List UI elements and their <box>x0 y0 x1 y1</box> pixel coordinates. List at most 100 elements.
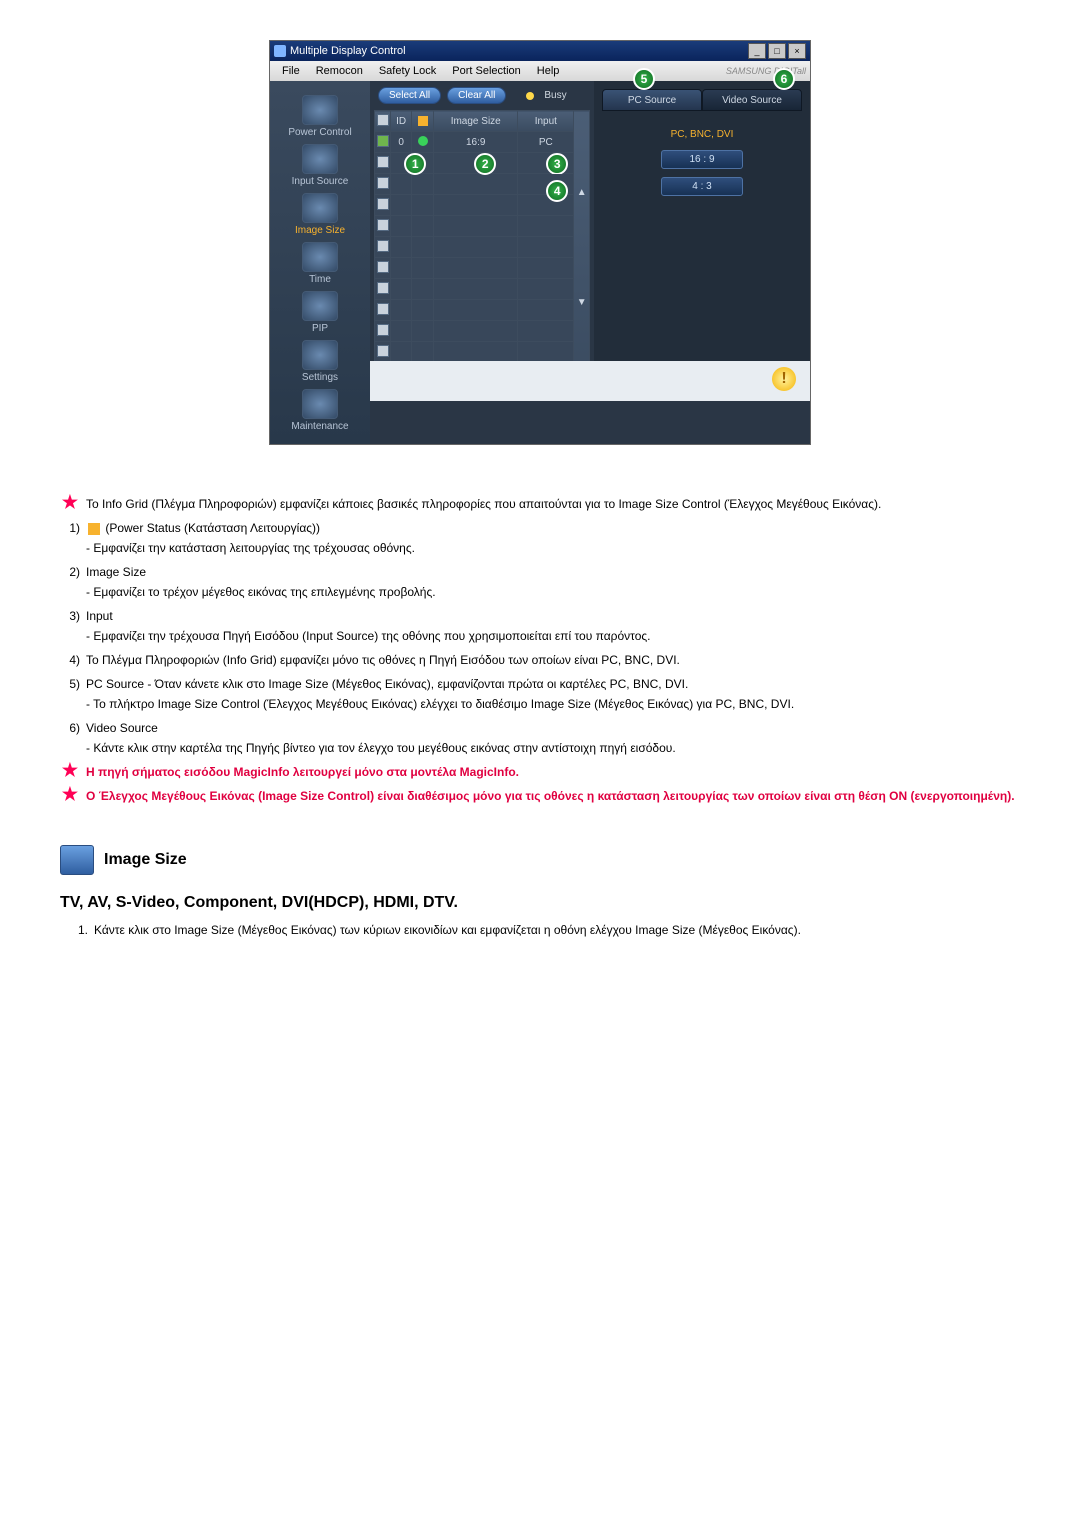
time-icon <box>302 242 338 272</box>
row-checkbox[interactable] <box>377 135 389 147</box>
window-controls: _ □ × <box>748 43 806 59</box>
ratio-16-9-button[interactable]: 16 : 9 <box>661 150 743 169</box>
minimize-button[interactable]: _ <box>748 43 766 59</box>
table-row[interactable] <box>375 216 590 237</box>
menu-safety-lock[interactable]: Safety Lock <box>371 63 444 79</box>
list-text: Το Πλέγμα Πληροφοριών (Info Grid) εμφανί… <box>86 651 1020 669</box>
sidebar-item-input-source[interactable]: Input Source <box>270 140 370 189</box>
scrollbar[interactable]: ▲▼ <box>574 111 590 384</box>
list-text: Video Source <box>86 719 1020 737</box>
menu-remocon[interactable]: Remocon <box>308 63 371 79</box>
cell-input: PC <box>518 132 574 153</box>
list-number: 1) <box>60 519 86 537</box>
warning-text: Ο Έλεγχος Μεγέθους Εικόνας (Image Size C… <box>86 787 1020 805</box>
table-row[interactable]: 4 <box>375 174 590 195</box>
maximize-button[interactable]: □ <box>768 43 786 59</box>
list-text-label: (Power Status (Κατάσταση Λειτουργίας)) <box>105 521 320 535</box>
marker-2: 2 <box>474 153 496 175</box>
power-status-icon <box>418 136 428 146</box>
tab-video-source[interactable]: 6 Video Source <box>702 89 802 111</box>
tab-label: PC Source <box>628 95 676 106</box>
window-title: Multiple Display Control <box>290 45 406 57</box>
table-row[interactable] <box>375 279 590 300</box>
table-row[interactable] <box>375 321 590 342</box>
sidebar-item-label: PIP <box>312 323 328 334</box>
info-grid-pane: Select All Clear All Busy ID Image Size … <box>370 81 594 361</box>
list-sub: - Εμφανίζει το τρέχον μέγεθος εικόνας τη… <box>86 583 1020 601</box>
sidebar-item-pip[interactable]: PIP <box>270 287 370 336</box>
image-size-section-icon <box>60 845 94 875</box>
sidebar-item-settings[interactable]: Settings <box>270 336 370 385</box>
source-label: PC, BNC, DVI <box>602 129 802 140</box>
sidebar-item-label: Time <box>309 274 331 285</box>
list-number: 4) <box>60 651 86 669</box>
list-number: 6) <box>60 719 86 737</box>
tab-pc-source[interactable]: 5 PC Source <box>602 89 702 111</box>
table-row[interactable] <box>375 258 590 279</box>
app-window: Multiple Display Control _ □ × File Remo… <box>269 40 811 445</box>
warning-text: Η πηγή σήματος εισόδου MagicInfo λειτουρ… <box>86 763 1020 781</box>
menu-help[interactable]: Help <box>529 63 568 79</box>
info-text: Το Info Grid (Πλέγμα Πληροφοριών) εμφανί… <box>86 495 1020 513</box>
table-row[interactable] <box>375 300 590 321</box>
list-number: 5) <box>60 675 86 693</box>
settings-icon <box>302 340 338 370</box>
list-text: Input <box>86 607 1020 625</box>
cell-id: 0 <box>391 132 412 153</box>
star-icon: ★ <box>60 787 86 805</box>
table-row[interactable]: 1 2 3 <box>375 153 590 174</box>
table-row[interactable]: 0 16:9 PC <box>375 132 590 153</box>
titlebar: Multiple Display Control _ □ × <box>270 41 810 61</box>
document-body: ★ Το Info Grid (Πλέγμα Πληροφοριών) εμφα… <box>60 495 1020 939</box>
section-title: Image Size <box>104 848 187 872</box>
marker-3: 3 <box>546 153 568 175</box>
marker-6: 6 <box>773 68 795 90</box>
sidebar-item-label: Power Control <box>288 127 351 138</box>
sidebar-item-label: Image Size <box>295 225 345 236</box>
close-button[interactable]: × <box>788 43 806 59</box>
status-pane: ! <box>370 361 810 401</box>
ratio-4-3-button[interactable]: 4 : 3 <box>661 177 743 196</box>
select-all-button[interactable]: Select All <box>378 87 441 104</box>
list-sub: - Εμφανίζει την κατάσταση λειτουργίας τη… <box>86 539 1020 557</box>
list-sub: - Εμφανίζει την τρέχουσα Πηγή Εισόδου (I… <box>86 627 1020 645</box>
col-checkbox[interactable] <box>375 111 391 132</box>
tab-label: Video Source <box>722 95 782 106</box>
list-number: 3) <box>60 607 86 625</box>
sidebar-item-label: Settings <box>302 372 338 383</box>
col-image-size: Image Size <box>434 111 518 132</box>
list-text: PC Source - Όταν κάνετε κλικ στο Image S… <box>86 675 1020 693</box>
image-size-icon <box>302 193 338 223</box>
sidebar-item-time[interactable]: Time <box>270 238 370 287</box>
sidebar-item-label: Input Source <box>292 176 349 187</box>
sidebar-item-maintenance[interactable]: Maintenance <box>270 385 370 434</box>
power-status-square-icon <box>88 523 100 535</box>
clear-all-button[interactable]: Clear All <box>447 87 506 104</box>
table-row[interactable] <box>375 237 590 258</box>
section-subtitle: TV, AV, S-Video, Component, DVI(HDCP), H… <box>60 891 1020 915</box>
list-text: Κάντε κλικ στο Image Size (Μέγεθος Εικόν… <box>94 921 801 939</box>
busy-indicator-icon <box>526 92 534 100</box>
list-text: Image Size <box>86 563 1020 581</box>
cell-image-size: 16:9 <box>434 132 518 153</box>
maintenance-icon <box>302 389 338 419</box>
table-row[interactable] <box>375 342 590 363</box>
col-input: Input <box>518 111 574 132</box>
menubar: File Remocon Safety Lock Port Selection … <box>270 61 810 81</box>
star-icon: ★ <box>60 763 86 781</box>
list-number: 2) <box>60 563 86 581</box>
sidebar-item-power-control[interactable]: Power Control <box>270 91 370 140</box>
list-number: 1. <box>66 921 94 939</box>
sidebar-item-label: Maintenance <box>291 421 348 432</box>
warning-icon: ! <box>772 367 796 391</box>
list-sub: - Το πλήκτρο Image Size Control (Έλεγχος… <box>86 695 1020 713</box>
col-id: ID <box>391 111 412 132</box>
app-icon <box>274 45 286 57</box>
menu-file[interactable]: File <box>274 63 308 79</box>
sidebar: Power Control Input Source Image Size Ti… <box>270 81 370 444</box>
col-power-status <box>412 111 434 132</box>
sidebar-item-image-size[interactable]: Image Size <box>270 189 370 238</box>
list-text: (Power Status (Κατάσταση Λειτουργίας)) <box>86 519 1020 537</box>
menu-port-selection[interactable]: Port Selection <box>444 63 528 79</box>
section-header: Image Size <box>60 845 1020 875</box>
